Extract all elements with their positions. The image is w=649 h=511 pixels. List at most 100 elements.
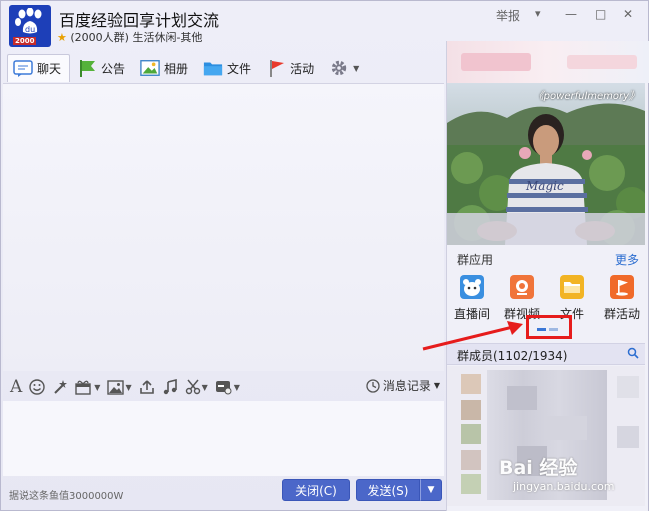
message-history-button[interactable]: 消息记录 ▼ [366, 377, 440, 394]
svg-text:du: du [25, 25, 35, 34]
message-history-label: 消息记录 [382, 379, 431, 393]
app-live-room[interactable]: 直播间 [447, 275, 497, 322]
star-icon: ★ [57, 31, 67, 44]
tab-events[interactable]: 活动 [261, 54, 322, 82]
side-header-banner [447, 41, 649, 83]
scissors-icon [185, 379, 200, 395]
group-avatar[interactable]: du 2000 [9, 5, 51, 47]
tab-chat-label: 聊天 [37, 62, 62, 76]
tab-announcement-label: 公告 [101, 61, 126, 76]
clock-icon [366, 378, 380, 393]
gift-button[interactable]: ▼ [75, 376, 100, 398]
member-avatar [461, 424, 481, 444]
app-group-activity-label: 群活动 [603, 307, 640, 321]
magic-wand-icon [54, 380, 68, 394]
page-indicator[interactable] [537, 328, 559, 331]
magic-button[interactable] [52, 376, 68, 398]
send-button[interactable]: 发送(S) [356, 479, 420, 501]
group-title: 百度经验回享计划交流 [59, 11, 220, 30]
page-dot [549, 328, 558, 331]
search-icon[interactable] [627, 347, 639, 362]
blurred-block [617, 426, 639, 448]
send-options-button[interactable]: ▼ [420, 479, 442, 501]
app-group-activity[interactable]: 群活动 [597, 275, 647, 322]
upload-icon [139, 380, 154, 394]
red-packet-icon [215, 381, 232, 395]
folder-icon [203, 62, 223, 76]
tab-announcement[interactable]: 公告 [72, 54, 133, 82]
photo-album-icon [140, 60, 160, 76]
image-icon [107, 379, 125, 395]
menu-dropdown-icon[interactable]: ▾ [535, 7, 541, 20]
gear-icon [331, 60, 347, 76]
music-button[interactable] [162, 376, 178, 398]
close-button[interactable]: 关闭(C) [282, 479, 350, 501]
font-icon: A [10, 377, 23, 397]
member-avatar [461, 474, 481, 494]
group-tabs: 聊天 公告 相册 文件 活动 ▼ [7, 53, 369, 83]
close-window-button[interactable]: ✕ [623, 7, 633, 21]
photo-shirt-text: Magic [525, 179, 564, 193]
photo-caption: 《powerfulmemory》 [533, 91, 639, 102]
folder-icon [560, 275, 584, 299]
smiley-icon [29, 379, 45, 395]
tab-chat[interactable]: 聊天 [7, 54, 71, 82]
baidu-watermark: Bai 经验 [499, 457, 578, 479]
group-side-panel: Magic 《powerfulmemory》 群应用 更多 直播间 群视频 文件… [446, 41, 649, 511]
red-arrow-annotation [422, 321, 523, 351]
minimize-button[interactable]: — [565, 7, 577, 21]
screenshot-button[interactable]: ▼ [185, 376, 208, 398]
member-count-label: (2000人群) [70, 31, 129, 44]
member-avatar [461, 450, 481, 470]
category-label: 生活休闲-其他 [132, 31, 203, 44]
chevron-down-icon: ▼ [125, 382, 132, 392]
group-apps-header: 群应用 更多 [447, 247, 645, 269]
member-avatar [461, 374, 481, 394]
chat-icon [13, 59, 33, 77]
red-packet-button[interactable]: ▼ [215, 376, 240, 398]
upload-button[interactable] [139, 376, 155, 398]
video-icon [510, 275, 534, 299]
gift-icon [75, 380, 91, 395]
activity-icon [610, 275, 634, 299]
maximize-button[interactable]: □ [595, 7, 606, 21]
group-chat-window: du 2000 百度经验回享计划交流 ★ (2000人群) 生活休闲-其他 举报… [0, 0, 649, 511]
report-link[interactable]: 举报 [496, 7, 520, 24]
chat-message-area[interactable] [3, 83, 444, 371]
page-dot-active [537, 328, 546, 331]
input-toolbar: A ▼ ▼ ▼ ▼ 消息记录 ▼ [3, 373, 444, 401]
blurred-block [547, 416, 587, 440]
baidu-paw-icon: du [15, 8, 42, 34]
chevron-down-icon: ▼ [233, 382, 240, 392]
tab-album-label: 相册 [164, 61, 189, 76]
blurred-block [507, 386, 537, 410]
image-button[interactable]: ▼ [107, 376, 132, 398]
event-flag-icon [270, 60, 285, 77]
emoji-button[interactable] [29, 376, 45, 398]
group-apps-more-link[interactable]: 更多 [615, 251, 639, 268]
font-button[interactable]: A [10, 376, 22, 398]
tab-files-label: 文件 [227, 61, 252, 76]
chevron-down-icon: ▼ [201, 382, 208, 392]
photo-image: Magic [447, 83, 645, 245]
blurred-block [461, 53, 531, 71]
highlight-box [526, 315, 572, 339]
group-photo[interactable]: Magic 《powerfulmemory》 [447, 83, 645, 245]
chevron-down-icon: ▼ [427, 485, 435, 495]
blurred-block [567, 55, 637, 69]
group-subtitle: ★ (2000人群) 生活休闲-其他 [57, 29, 202, 45]
blurred-block [617, 376, 639, 398]
chevron-down-icon: ▼ [433, 381, 440, 390]
tab-album[interactable]: 相册 [135, 54, 196, 82]
message-input[interactable] [3, 401, 444, 476]
music-note-icon [163, 379, 177, 395]
tab-settings[interactable]: ▼ [324, 54, 367, 82]
baidu-watermark-url: jingyan.baidu.com [513, 480, 615, 493]
group-apps-title: 群应用 [457, 253, 494, 267]
tab-files[interactable]: 文件 [198, 54, 259, 82]
tab-events-label: 活动 [290, 61, 315, 76]
flag-icon [80, 60, 96, 77]
live-icon [460, 275, 484, 299]
member-avatar [461, 400, 481, 420]
input-hint: 据说这条鱼值3000000W [9, 491, 124, 502]
